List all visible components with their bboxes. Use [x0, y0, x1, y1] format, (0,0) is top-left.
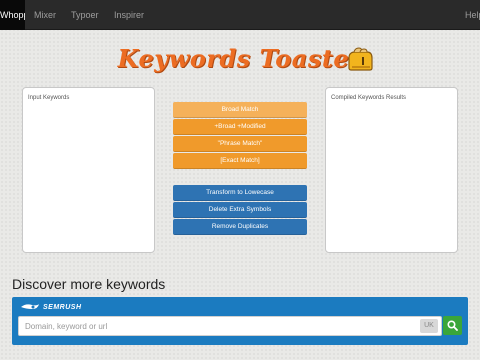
remove-duplicates-button[interactable]: Remove Duplicates	[173, 219, 307, 235]
compiled-results-label: Compiled Keywords Results	[331, 95, 407, 101]
nav-item-typoer[interactable]: Typoer	[71, 0, 99, 30]
nav-item-mixer[interactable]: Mixer	[34, 0, 56, 30]
nav-item-inspirer[interactable]: Inspirer	[114, 0, 144, 30]
semrush-flame-icon	[21, 304, 39, 310]
semrush-logo: SEMRUSH	[20, 303, 82, 313]
discover-heading: Discover more keywords	[12, 276, 166, 292]
nav-item-whopper[interactable]: Whopper	[0, 0, 25, 30]
semrush-logo-text: SEMRUSH	[43, 304, 82, 311]
toaster-icon	[348, 47, 373, 71]
input-keywords-textarea[interactable]: Input Keywords	[22, 87, 155, 253]
compiled-results-textarea[interactable]: Compiled Keywords Results	[325, 87, 458, 253]
search-icon	[447, 320, 458, 331]
search-input[interactable]	[18, 316, 442, 336]
input-keywords-label: Input Keywords	[28, 95, 70, 101]
broad-match-button[interactable]: Broad Match	[173, 102, 307, 118]
phrase-match-button[interactable]: "Phrase Match"	[173, 136, 307, 152]
lowercase-button[interactable]: Transform to Lowecase	[173, 185, 307, 201]
nav-item-help[interactable]: Help	[465, 0, 480, 30]
exact-match-button[interactable]: [Exact Match]	[173, 153, 307, 169]
delete-symbols-button[interactable]: Delete Extra Symbols	[173, 202, 307, 218]
page-title: Keywords Toaster	[0, 44, 480, 73]
country-select[interactable]: UK	[420, 319, 438, 333]
search-button[interactable]	[443, 316, 462, 335]
top-navbar: Whopper Mixer Typoer Inspirer Help	[0, 0, 480, 30]
page-title-text: Keywords Toaster	[117, 44, 363, 73]
broad-modified-button[interactable]: +Broad +Modified	[173, 119, 307, 135]
